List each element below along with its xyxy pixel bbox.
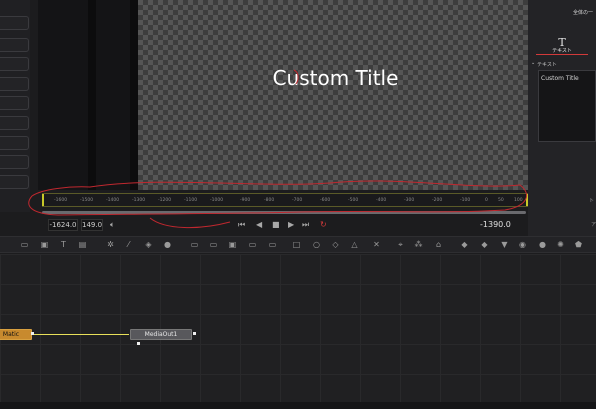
blur-icon[interactable]: ◈ [144, 240, 153, 249]
step-back-icon[interactable]: ◀ [256, 220, 262, 230]
viewer-letterbox [130, 0, 138, 190]
light-icon[interactable]: ▼ [500, 240, 509, 249]
status-bar [0, 402, 596, 409]
viewer[interactable]: Custom Title [38, 0, 533, 190]
polygon-mask-icon[interactable]: ◇ [331, 240, 340, 249]
scrub-bar[interactable] [42, 211, 526, 214]
drop-icon[interactable]: ● [163, 240, 172, 249]
node-editor[interactable]: Matic MediaOut1 [0, 254, 596, 402]
range-end-field[interactable]: 149.0 [81, 219, 103, 231]
transport-bar: -1624.0 149.0 🔈︎ ⏮︎ ◀ ■ ▶ ⏭︎ ↻ -1390.0 [0, 216, 596, 234]
panel-slot[interactable] [0, 38, 29, 52]
loop-icon[interactable]: ↻ [320, 220, 327, 230]
tool-bar: ▭ ▣ T ▤ ✲ ⁄ ◈ ● ▭ ▭ ▣ ▭ ▭ □ ○ ◇ △ ✕ ⌖ ⁂ … [0, 236, 596, 253]
section-title[interactable]: テキスト [537, 61, 557, 68]
left-panel [0, 0, 30, 212]
crop-tool-icon[interactable]: ▣ [228, 240, 237, 249]
ruler-tick: -1300 [132, 198, 146, 203]
stop-icon[interactable]: ■ [272, 220, 280, 230]
ruler-tick: -500 [348, 198, 359, 203]
panel-slot[interactable] [0, 116, 29, 130]
inspector-panel: 全体の一 T テキスト ⌄ テキスト Custom Title ト ア [528, 0, 596, 236]
ruler-tick: -100 [460, 198, 471, 203]
truncated-label: ト [588, 198, 594, 204]
ruler-tick: -200 [432, 198, 443, 203]
inspector-header[interactable]: 全体の一 [573, 9, 593, 16]
text-tool-icon[interactable]: T [59, 240, 68, 249]
play-icon[interactable]: ▶ [288, 220, 294, 230]
ruler-tick: 50 [498, 198, 504, 203]
text-input-box[interactable]: Custom Title [538, 70, 596, 142]
merge-3d-icon[interactable]: ◉ [518, 240, 527, 249]
bspline-mask-icon[interactable]: △ [350, 240, 359, 249]
ruler-tick: -800 [264, 198, 275, 203]
ruler-tick: 0 [485, 198, 488, 203]
render-range-start[interactable] [42, 194, 44, 206]
rectangle-mask-icon[interactable]: □ [292, 240, 301, 249]
ruler-tick: -1200 [158, 198, 172, 203]
viewer-canvas[interactable]: Custom Title [138, 0, 533, 190]
ruler-tick: -1500 [80, 198, 94, 203]
ruler-tick: -1600 [54, 198, 68, 203]
sparkle-icon[interactable]: ✺ [556, 240, 565, 249]
shape-3d-icon[interactable]: ◆ [460, 240, 469, 249]
chevron-down-icon[interactable]: ⌄ [531, 60, 535, 66]
letterbox-tool-icon[interactable]: ▭ [268, 240, 277, 249]
current-frame-display[interactable]: -1390.0 [480, 220, 511, 229]
merge-tool-icon[interactable]: ▤ [78, 240, 87, 249]
mediaout-node[interactable]: MediaOut1 [130, 329, 192, 340]
viewer-title-text[interactable]: Custom Title [138, 66, 533, 90]
node-output-port[interactable] [31, 332, 34, 335]
ruler-tick: -1400 [106, 198, 120, 203]
ruler-tick: -400 [376, 198, 387, 203]
panel-slot[interactable] [0, 175, 29, 189]
panel-slot[interactable] [0, 96, 29, 110]
skip-back-icon[interactable]: ⏮︎ [238, 220, 245, 230]
viewer-letterbox [88, 0, 96, 190]
panel-slot[interactable] [0, 155, 29, 169]
panel-slot[interactable] [0, 136, 29, 150]
ruler-tick: -900 [240, 198, 251, 203]
range-start-field[interactable]: -1624.0 [48, 219, 78, 231]
ruler-tick: -1100 [184, 198, 198, 203]
paint-tool-icon[interactable]: ▣ [40, 240, 49, 249]
time-ruler[interactable]: -1600 -1500 -1400 -1300 -1200 -1100 -100… [42, 193, 528, 207]
node-input-port[interactable] [137, 342, 140, 345]
camera-icon[interactable]: ⌂ [434, 240, 443, 249]
mask-tool-icon[interactable]: ▭ [248, 240, 257, 249]
ruler-tick: -700 [292, 198, 303, 203]
text-input-value: Custom Title [541, 75, 579, 82]
render-3d-icon[interactable]: ◆ [480, 240, 489, 249]
resize-tool-icon[interactable]: ▭ [209, 240, 218, 249]
background-tool-icon[interactable]: ▭ [20, 240, 29, 249]
brightness-icon[interactable]: ⁄ [124, 240, 133, 249]
inspector-tab-label[interactable]: テキスト [528, 47, 596, 54]
ruler-tick: -1000 [210, 198, 224, 203]
ruler-tick: -600 [320, 198, 331, 203]
ellipse-mask-icon[interactable]: ○ [312, 240, 321, 249]
ruler-tick: 100 [514, 198, 523, 203]
node-output-port[interactable] [193, 332, 196, 335]
bitmap-mask-icon[interactable]: ✕ [372, 240, 381, 249]
truncated-label: ア [590, 222, 596, 228]
panel-slot[interactable] [0, 77, 29, 91]
particle-icon[interactable]: ⁂ [414, 240, 423, 249]
transform-tool-icon[interactable]: ▭ [190, 240, 199, 249]
tracker-icon[interactable]: ⌖ [396, 240, 405, 249]
panel-slot[interactable] [0, 16, 29, 30]
fx-icon[interactable]: ● [538, 240, 547, 249]
active-tab-indicator [536, 54, 588, 55]
skip-forward-icon[interactable]: ⏭︎ [302, 220, 309, 230]
ruler-tick: -300 [404, 198, 415, 203]
text-node[interactable]: Matic [0, 329, 32, 340]
color-corrector-icon[interactable]: ✲ [106, 240, 115, 249]
audio-icon[interactable]: 🔈︎ [110, 220, 115, 230]
more-tools-icon[interactable]: ⬟ [574, 240, 583, 249]
panel-slot[interactable] [0, 57, 29, 71]
node-connection[interactable] [33, 334, 129, 335]
